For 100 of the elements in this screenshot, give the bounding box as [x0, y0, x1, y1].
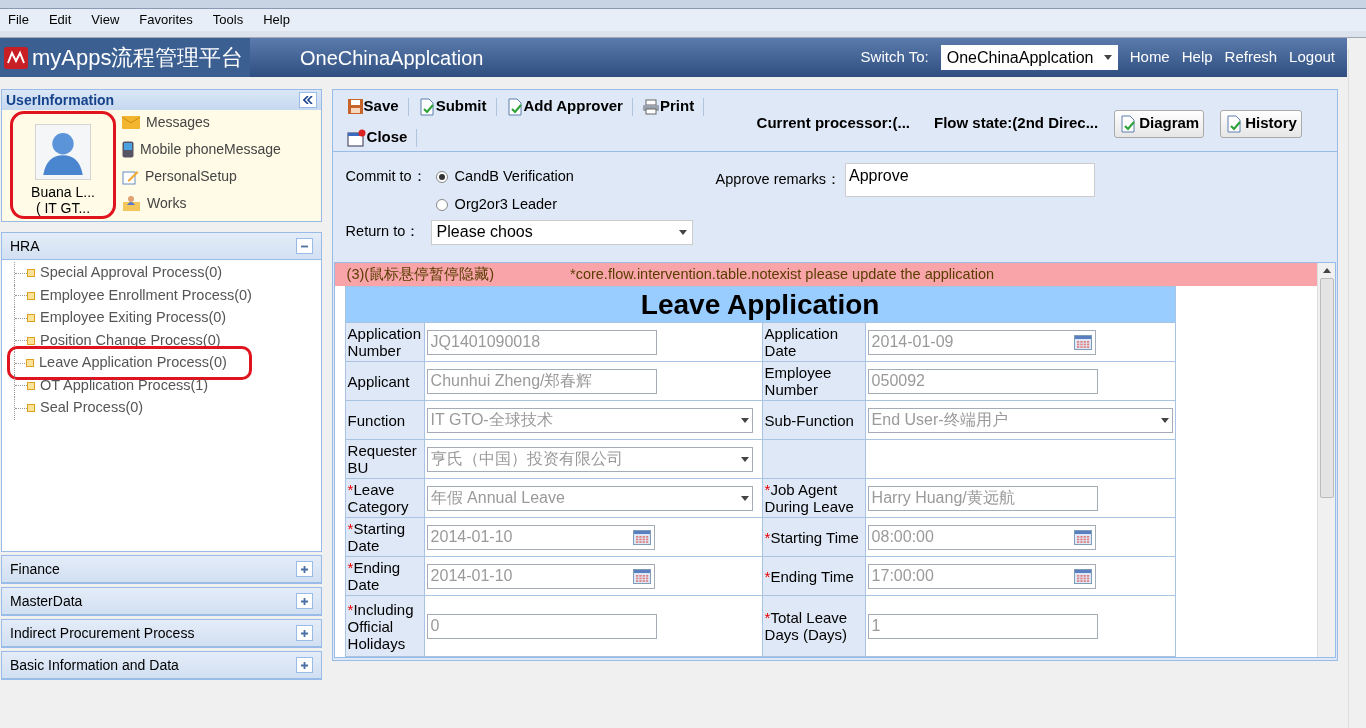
calendar-icon[interactable] [1073, 334, 1092, 350]
radio-button[interactable] [435, 170, 448, 183]
expand-button[interactable] [295, 625, 313, 641]
select-value: End User-终端用户 [871, 410, 1008, 430]
document-check-icon [1225, 114, 1244, 133]
field-label: Employee Number [764, 364, 833, 398]
square-bullet-icon [27, 381, 35, 390]
section-title[interactable]: Finance [10, 558, 60, 580]
calendar-icon[interactable] [632, 568, 651, 584]
menu-item[interactable]: Tools [212, 10, 244, 30]
toolbar-button[interactable]: Submit [417, 95, 487, 118]
user-link[interactable]: Messages [146, 112, 210, 133]
field-label: *Starting Date [347, 520, 407, 554]
menu-item[interactable]: View [91, 10, 120, 30]
header-link[interactable]: Refresh [1224, 46, 1278, 69]
app-switch-select[interactable]: OneChinaApplcation [940, 45, 1118, 70]
scrollbar[interactable] [1317, 263, 1336, 657]
tree-item[interactable]: Employee Exiting Process(0) [40, 307, 227, 330]
calendar-icon[interactable] [1073, 529, 1092, 545]
field-label: Application Number [347, 325, 422, 359]
date-value: 2014-01-10 [430, 566, 513, 586]
radio-label[interactable]: Org2or3 Leader [454, 193, 557, 216]
return-select[interactable]: Please choos [430, 219, 693, 245]
date-value: 17:00:00 [871, 566, 934, 586]
caret-icon [1103, 55, 1112, 60]
menu-item[interactable]: File [8, 10, 29, 30]
user-link[interactable]: Works [147, 193, 187, 214]
tree-item[interactable]: Special Approval Process(0) [40, 262, 223, 285]
collapse-button[interactable] [298, 92, 317, 108]
toolbar-button[interactable]: Print [641, 95, 695, 118]
envelope-icon [122, 116, 140, 129]
user-link[interactable]: PersonalSetup [145, 166, 237, 187]
field-label: *Total Leave Days (Days) [764, 609, 849, 643]
menu-item[interactable]: Edit [48, 10, 72, 30]
select-value: IT GTO-全球技术 [430, 410, 553, 430]
printer-icon [641, 98, 660, 115]
field-label: *Starting Time [764, 528, 859, 546]
select-value: 亨氏（中国）投资有限公司 [430, 449, 623, 469]
caret-icon [1160, 417, 1169, 423]
menu-item[interactable]: Favorites [139, 10, 193, 30]
section-title[interactable]: HRA [10, 235, 40, 257]
square-bullet-icon [27, 291, 35, 300]
radio-label[interactable]: CandB Verification [454, 166, 574, 188]
square-bullet-icon [27, 336, 35, 345]
user-name: Buana L... [31, 184, 95, 200]
tree-item[interactable]: Seal Process(0) [40, 397, 144, 420]
square-bullet-icon [27, 269, 35, 278]
square-bullet-icon [27, 404, 35, 413]
field-label: Function [347, 411, 406, 429]
expand-button[interactable] [295, 561, 313, 577]
toolbar-button[interactable]: Save [346, 95, 399, 118]
logo-text: myApps流程管理平台 [32, 44, 244, 72]
date-value: 08:00:00 [871, 527, 934, 547]
current-processor: Current processor:(... [756, 113, 910, 134]
tree-item[interactable]: Employee Enrollment Process(0) [40, 284, 252, 307]
tree-item[interactable]: Leave Application Process(0) [39, 352, 227, 375]
field-label: Sub-Function [764, 411, 854, 429]
radio-button[interactable] [435, 198, 448, 211]
action-button[interactable]: Diagram [1114, 109, 1205, 138]
calendar-icon[interactable] [632, 529, 651, 545]
tree-item[interactable]: Position Change Process(0) [40, 329, 221, 352]
select-value: 年假 Annual Leave [430, 488, 565, 508]
header-link[interactable]: Logout [1289, 46, 1335, 69]
header-link[interactable]: Home [1129, 46, 1170, 69]
form-title: Leave Application [345, 287, 1175, 322]
section-title[interactable]: MasterData [10, 590, 83, 612]
expand-button[interactable] [295, 593, 313, 609]
collapse-button[interactable] [295, 238, 313, 254]
toolbar-button[interactable]: Close [346, 126, 408, 149]
user-department: ( IT GT... [35, 200, 91, 216]
square-bullet-icon [26, 359, 34, 368]
date-value: 2014-01-10 [430, 527, 513, 547]
remarks-field[interactable]: Approve [845, 163, 1095, 197]
logo-icon [4, 46, 28, 69]
plus-icon [299, 596, 309, 606]
header-link[interactable]: Help [1181, 46, 1213, 69]
field-label: *Job Agent During Leave [764, 481, 855, 515]
flow-state: Flow state:(2nd Direc... [934, 113, 1099, 134]
plus-icon [299, 628, 309, 638]
field-label: *Ending Time [764, 567, 854, 585]
field-label: Application Date [764, 325, 839, 359]
document-check-icon [1119, 114, 1138, 133]
tree-item[interactable]: OT Application Process(1) [40, 374, 209, 397]
document-check-icon [505, 97, 524, 116]
square-bullet-icon [27, 314, 35, 323]
notice-message: *core.flow.intervention.table.notexist please update the application [570, 264, 994, 284]
menu-item[interactable]: Help [263, 10, 290, 30]
scroll-up-arrow-icon[interactable] [1322, 268, 1331, 273]
window-close-icon [346, 128, 367, 147]
toolbar-button[interactable]: Add Approver [505, 95, 623, 118]
user-link[interactable]: Mobile phoneMessage [140, 139, 281, 160]
pencil-note-icon [122, 168, 139, 185]
action-button[interactable]: History [1220, 109, 1302, 138]
date-value: 2014-01-09 [871, 332, 954, 352]
calendar-icon[interactable] [1073, 568, 1092, 584]
document-check-icon [417, 97, 436, 116]
field-label: Applicant [347, 372, 410, 390]
caret-icon [678, 229, 687, 235]
expand-button[interactable] [295, 657, 313, 673]
field-label: *Leave Category [347, 481, 410, 515]
